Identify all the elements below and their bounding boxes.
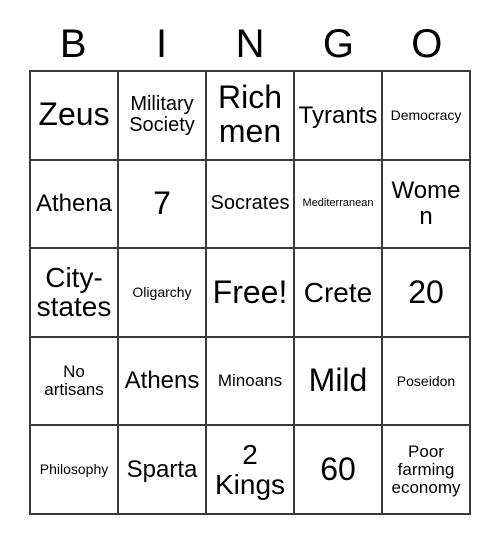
bingo-cell-label: Military Society (129, 93, 195, 137)
bingo-cell-label: 7 (153, 184, 171, 221)
bingo-cell[interactable]: Athena (31, 160, 119, 250)
bingo-cell[interactable]: Tyrants (295, 72, 383, 161)
bingo-row: Zeus Military Society Rich men Tyrants D… (31, 72, 471, 161)
bingo-cell-label: Democracy (390, 106, 462, 123)
bingo-row: Athena 7 Socrates Mediterranean Women (31, 160, 471, 250)
bingo-cell-label: 2 Kings (214, 439, 286, 500)
bingo-cell-label: No artisans (44, 362, 104, 400)
bingo-header-letter-g: G (322, 22, 354, 66)
bingo-cell[interactable]: Mild (295, 337, 383, 427)
bingo-cell-label: City- states (36, 261, 112, 323)
bingo-cell-label: Poor farming economy (391, 441, 461, 497)
bingo-cell-label: Minoans (217, 371, 283, 391)
bingo-cell-label: Rich men (217, 79, 282, 150)
bingo-cell[interactable]: 20 (383, 249, 471, 338)
bingo-cell[interactable]: Democracy (383, 72, 471, 161)
bingo-cell[interactable]: No artisans (31, 337, 119, 427)
bingo-cell[interactable]: Poor farming economy (383, 426, 471, 515)
bingo-cell-label: Oligarchy (132, 284, 192, 301)
bingo-header-letter-i: I (156, 22, 168, 66)
bingo-cell-label: Socrates (210, 192, 290, 215)
bingo-cell-label: Athens (124, 367, 200, 395)
bingo-cell-label: Tyrants (298, 101, 378, 129)
bingo-cell[interactable]: Athens (119, 337, 207, 427)
bingo-cell[interactable]: Socrates (207, 160, 295, 250)
bingo-header-letter-o: O (411, 22, 443, 66)
bingo-row: City- states Oligarchy Free! Crete 20 (31, 249, 471, 338)
bingo-cell-label: Poseidon (396, 372, 456, 389)
bingo-cell[interactable]: Rich men (207, 72, 295, 161)
bingo-cell[interactable]: Oligarchy (119, 249, 207, 338)
bingo-cell-label: Sparta (126, 455, 198, 483)
bingo-cell[interactable]: Military Society (119, 72, 207, 161)
bingo-cell-label: Women (391, 177, 461, 230)
bingo-cell[interactable]: Crete (295, 249, 383, 338)
bingo-cell[interactable]: Poseidon (383, 337, 471, 427)
bingo-cell[interactable]: Zeus (31, 72, 119, 161)
bingo-cell-label: Crete (303, 276, 373, 308)
bingo-cell[interactable]: Minoans (207, 337, 295, 427)
bingo-grid: Zeus Military Society Rich men Tyrants D… (29, 70, 471, 515)
bingo-cell[interactable]: Philosophy (31, 426, 119, 515)
bingo-cell[interactable]: 60 (295, 426, 383, 515)
bingo-header-row: B I N G O (29, 18, 471, 70)
bingo-cell[interactable]: Sparta (119, 426, 207, 515)
bingo-header-letter-b: B (59, 22, 87, 66)
bingo-cell-label: Mediterranean (302, 197, 374, 210)
bingo-cell[interactable]: 7 (119, 160, 207, 250)
bingo-row: Philosophy Sparta 2 Kings 60 Poor farmin… (31, 426, 471, 515)
bingo-cell-label: Mild (308, 362, 368, 399)
bingo-cell[interactable]: 2 Kings (207, 426, 295, 515)
bingo-cell-label: 20 (408, 273, 444, 310)
bingo-cell-label: Philosophy (39, 461, 109, 478)
bingo-free-space-label: Free! (212, 273, 288, 310)
bingo-cell-label: 60 (320, 450, 356, 487)
bingo-cell-label: Zeus (38, 96, 110, 133)
bingo-row: No artisans Athens Minoans Mild Poseidon (31, 337, 471, 427)
bingo-cell-label: Athena (35, 190, 113, 218)
bingo-card: B I N G O Zeus Military Society Rich men… (0, 0, 500, 544)
bingo-header-letter-n: N (235, 22, 265, 66)
bingo-cell[interactable]: Mediterranean (295, 160, 383, 250)
bingo-cell[interactable]: City- states (31, 249, 119, 338)
bingo-cell[interactable]: Women (383, 160, 471, 250)
bingo-free-space[interactable]: Free! (207, 249, 295, 338)
